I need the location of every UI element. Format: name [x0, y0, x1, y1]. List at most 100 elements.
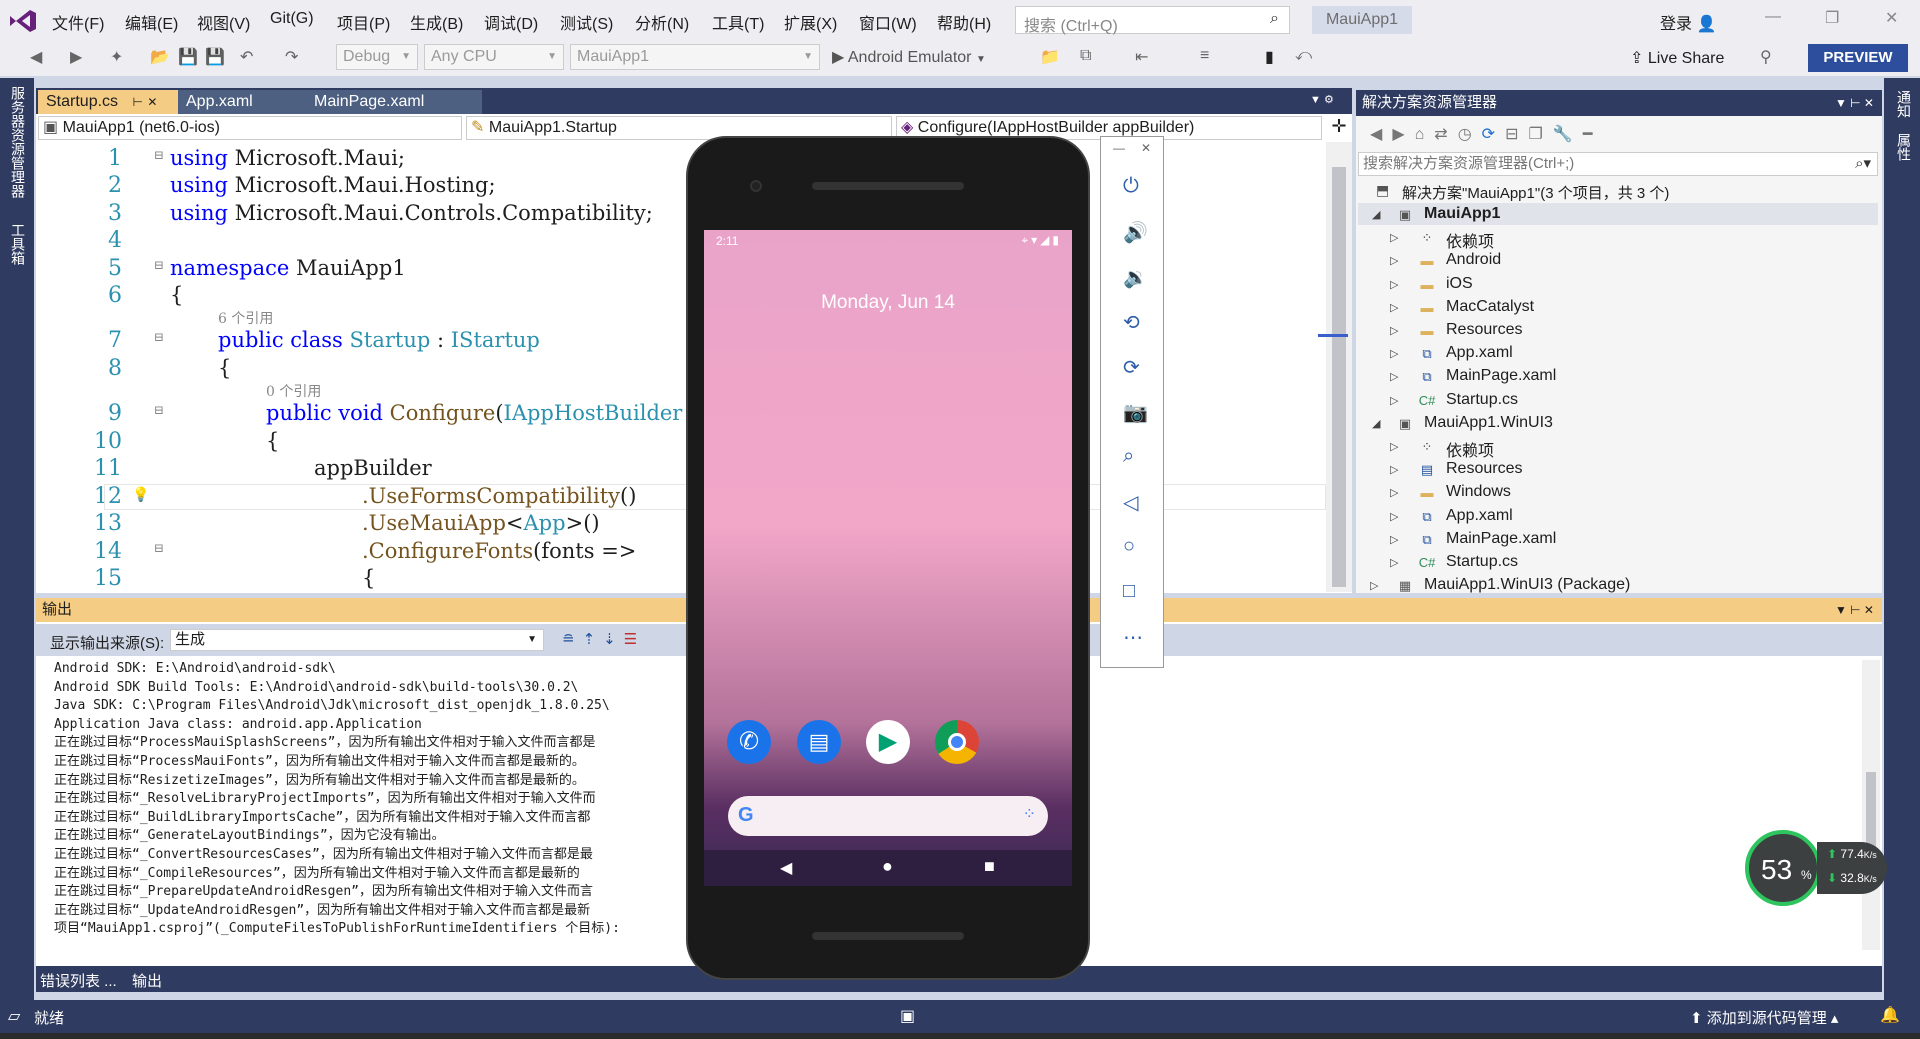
solution-tree-item[interactable]: Startup.cs [1446, 391, 1518, 409]
power-icon[interactable]: ⏻ [1123, 175, 1139, 198]
maximize-icon[interactable]: ❐ [1825, 8, 1839, 28]
platform-dropdown[interactable]: Any CPU ▼ [424, 44, 564, 70]
tab-overflow-icon[interactable]: ▼ ⚙ [1310, 93, 1334, 106]
collapsed-arrow-icon[interactable]: ▷ [1390, 463, 1398, 476]
close-icon[interactable]: ✕ [1141, 141, 1151, 155]
solution-tree-item[interactable]: Windows [1446, 483, 1511, 501]
run-button[interactable]: ▶ Android Emulator ▼ [832, 47, 986, 67]
solution-root[interactable]: 解决方案"MauiApp1"(3 个项目，共 3 个) [1402, 182, 1669, 203]
menu-item[interactable]: 扩展(X) [784, 10, 837, 34]
assistant-icon[interactable]: ⁘ [1023, 804, 1036, 824]
back-icon[interactable]: ◁ [1123, 490, 1138, 515]
new-item-icon[interactable]: ✦ [110, 47, 123, 67]
play-store-icon[interactable]: ▶ [866, 720, 910, 764]
tab-error-list[interactable]: 错误列表 ... [40, 970, 117, 991]
back-nav-icon[interactable]: ◀ [780, 858, 792, 878]
add-source-control-button[interactable]: ⬆ 添加到源代码管理 ▴ [1690, 1007, 1838, 1028]
solution-tree-item[interactable]: Android [1446, 251, 1501, 269]
home-nav-icon[interactable]: ● [882, 856, 893, 877]
collapsed-arrow-icon[interactable]: ▷ [1390, 231, 1398, 244]
collapsed-arrow-icon[interactable]: ▷ [1370, 579, 1378, 592]
properties-tab[interactable]: 属性 [1894, 133, 1914, 161]
forward-icon[interactable]: ▶ [70, 47, 82, 67]
menu-item[interactable]: 分析(N) [635, 10, 689, 34]
collapse-icon[interactable]: ⊟ [154, 403, 164, 417]
config-dropdown[interactable]: Debug ▼ [336, 44, 418, 70]
more-icon[interactable]: ⋯ [1123, 625, 1143, 650]
solution-tree-item[interactable]: Resources [1446, 321, 1522, 339]
notifications-tab[interactable]: 通知 [1894, 90, 1914, 118]
menu-item[interactable]: 编辑(E) [125, 10, 178, 34]
emulator-screen[interactable] [704, 230, 1072, 886]
search-box[interactable]: 搜索 (Ctrl+Q) ⌕ [1015, 6, 1290, 35]
collapsed-arrow-icon[interactable]: ▷ [1390, 394, 1398, 407]
collapse-icon[interactable]: ⊟ [154, 258, 164, 272]
overview-icon[interactable]: □ [1123, 580, 1135, 603]
solution-toolbar[interactable]: ◀▶⌂⇄◷⟳⊟❐🔧━ [1370, 124, 1602, 144]
solution-tree-item[interactable]: MauiApp1.WinUI3 (Package) [1424, 576, 1630, 594]
minimize-icon[interactable]: — [1765, 8, 1781, 26]
scrollbar-thumb[interactable] [1332, 167, 1346, 587]
live-share-button[interactable]: ⇪ Live Share [1630, 48, 1724, 68]
expanded-arrow-icon[interactable]: ◢ [1372, 208, 1380, 221]
close-icon[interactable]: ▼ ⊢ ✕ [1835, 598, 1874, 622]
menu-item[interactable]: 项目(P) [337, 10, 390, 34]
solution-tree-item[interactable]: MainPage.xaml [1446, 530, 1556, 548]
chrome-icon[interactable] [935, 720, 979, 764]
menu-item[interactable]: 文件(F) [52, 10, 104, 34]
phone-app-icon[interactable]: ✆ [727, 720, 771, 764]
feedback-icon[interactable]: ⚲ [1760, 47, 1772, 67]
rotate-right-icon[interactable]: ⟳ [1123, 355, 1140, 380]
solution-tree-item[interactable]: App.xaml [1446, 507, 1513, 525]
close-icon[interactable]: ✕ [1885, 8, 1898, 28]
align-icon[interactable]: ⇤ [1135, 47, 1148, 67]
menu-item[interactable]: 调试(D) [484, 10, 538, 34]
collapsed-arrow-icon[interactable]: ▷ [1390, 440, 1398, 453]
menu-item[interactable]: Git(G) [270, 10, 314, 28]
collapsed-arrow-icon[interactable]: ▷ [1390, 324, 1398, 337]
menu-item[interactable]: 工具(T) [712, 10, 764, 34]
collapse-icon[interactable]: ⊟ [154, 148, 164, 162]
solution-tree-item[interactable]: MacCatalyst [1446, 298, 1534, 316]
collapsed-arrow-icon[interactable]: ▷ [1390, 254, 1398, 267]
collapsed-arrow-icon[interactable]: ▷ [1390, 278, 1398, 291]
solution-tree-item[interactable]: Startup.cs [1446, 553, 1518, 571]
solution-tree-item[interactable]: 依赖项 [1446, 228, 1494, 252]
rotate-left-icon[interactable]: ⟲ [1123, 310, 1140, 335]
expanded-arrow-icon[interactable]: ◢ [1372, 417, 1380, 430]
volume-up-icon[interactable]: 🔊 [1123, 220, 1148, 245]
redo-icon[interactable]: ↷ [285, 47, 298, 67]
startup-project-dropdown[interactable]: MauiApp1 ▼ [570, 44, 820, 70]
server-explorer-tab[interactable]: 服务器资源管理器 [8, 86, 28, 198]
toolbox-tab[interactable]: 工具箱 [8, 223, 28, 265]
output-tools[interactable]: ≘⇡⇣☰ [562, 630, 645, 648]
menu-item[interactable]: 帮助(H) [937, 10, 991, 34]
reference-count[interactable]: 6 个引用 [218, 308, 273, 328]
reference-count[interactable]: 0 个引用 [266, 381, 321, 401]
solution-tree-item[interactable]: MauiApp1 [1424, 205, 1500, 223]
solution-tree-item[interactable]: iOS [1446, 275, 1473, 293]
tab-app-xaml[interactable]: App.xaml [178, 90, 306, 114]
output-source-dropdown[interactable]: 生成 ▼ [170, 629, 544, 651]
login-button[interactable]: 登录 👤 [1660, 10, 1716, 34]
undo-icon[interactable]: ↶ [240, 47, 253, 67]
close-icon[interactable]: ▼ ⊢ ✕ [1835, 90, 1874, 116]
solution-tree-item[interactable]: MauiApp1.WinUI3 [1424, 414, 1553, 432]
tab-output[interactable]: 输出 [132, 970, 162, 991]
open-icon[interactable]: 📂 [150, 47, 170, 67]
back-icon[interactable]: ◀ [30, 47, 42, 67]
home-icon[interactable]: ○ [1123, 535, 1135, 558]
tab-startup-cs[interactable]: Startup.cs ⊢ ✕ [38, 90, 178, 114]
save-icon[interactable]: 💾 [178, 47, 198, 67]
solution-tree-item[interactable]: App.xaml [1446, 344, 1513, 362]
preview-badge[interactable]: PREVIEW [1808, 44, 1908, 72]
solution-search-input[interactable]: 搜索解决方案资源管理器(Ctrl+;) ⌕▾ [1358, 152, 1878, 176]
google-search-bar[interactable]: G ⁘ [728, 796, 1048, 836]
collapsed-arrow-icon[interactable]: ▷ [1390, 556, 1398, 569]
solution-tree-item[interactable]: 依赖项 [1446, 437, 1494, 461]
camera-icon[interactable]: 📷 [1123, 400, 1148, 425]
nav-project-dropdown[interactable]: ▣ MauiApp1 (net6.0-ios) [38, 116, 462, 140]
collapsed-arrow-icon[interactable]: ▷ [1390, 370, 1398, 383]
save-all-icon[interactable]: 💾 [205, 47, 225, 67]
collapse-icon[interactable]: ⊟ [154, 541, 164, 555]
